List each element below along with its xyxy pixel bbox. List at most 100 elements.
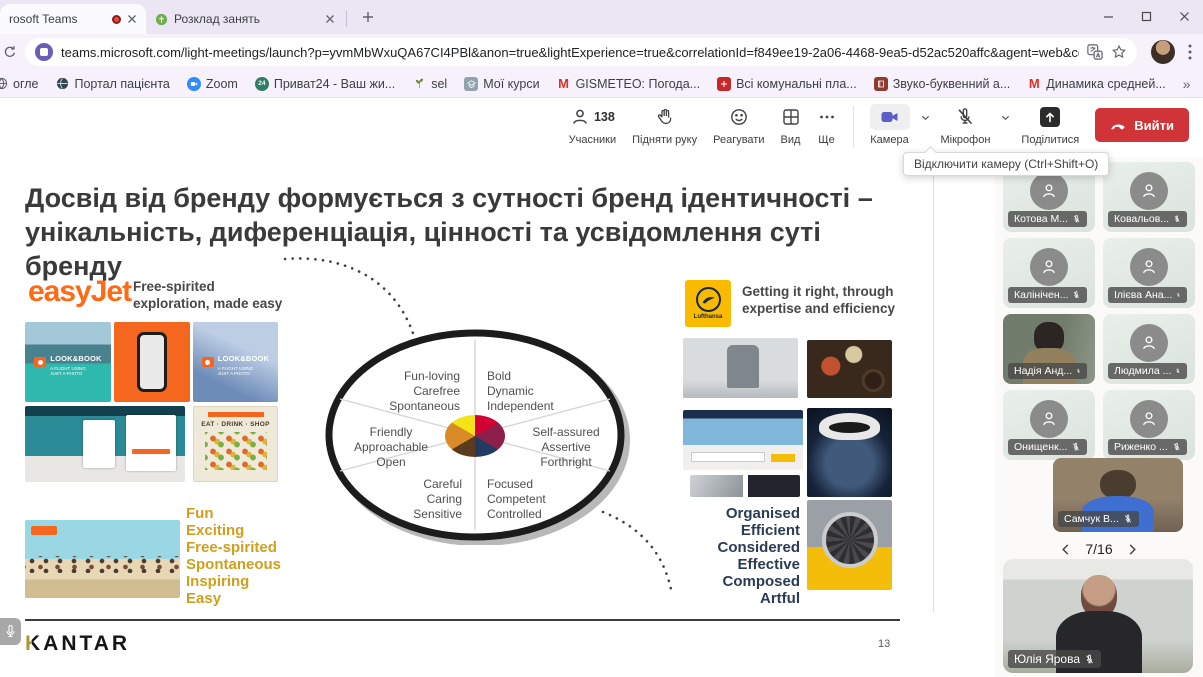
easyjet-photo-website	[25, 406, 185, 482]
window-minimize-button[interactable]	[1089, 0, 1127, 32]
microphone-button[interactable]: Мікрофон	[941, 104, 991, 146]
bookmark-label: Портал пацієнта	[74, 77, 169, 91]
microphone-options-chevron-icon[interactable]	[998, 112, 1013, 123]
bookmarks-overflow-chevron[interactable]: »	[1183, 76, 1191, 92]
lufthansa-photo-website	[683, 410, 803, 470]
trait: Organised	[640, 505, 800, 522]
window-maximize-button[interactable]	[1127, 0, 1165, 32]
participants-button[interactable]: 138 Учасники	[569, 104, 617, 146]
participant-tile[interactable]: Ковальов...	[1103, 162, 1195, 232]
bookmark-item[interactable]: Zoom	[187, 77, 238, 91]
mic-indicator-badge[interactable]	[0, 618, 21, 645]
plant-favicon-icon	[412, 77, 426, 91]
bookmark-item[interactable]: 24 Приват24 - Ваш жи...	[255, 77, 395, 91]
meeting-toolbar: 138 Учасники Підняти руку Реагува	[0, 98, 1203, 157]
view-grid-icon	[781, 107, 801, 127]
leave-button[interactable]: Вийти	[1095, 108, 1189, 142]
window-close-button[interactable]	[1165, 0, 1203, 32]
camera-tooltip: Відключити камеру (Ctrl+Shift+O)	[903, 152, 1109, 176]
avatar-icon	[1130, 248, 1168, 286]
pager-previous-icon[interactable]	[1060, 543, 1071, 556]
pager-next-icon[interactable]	[1127, 543, 1138, 556]
raise-hand-button[interactable]: Підняти руку	[632, 104, 697, 146]
camera-button[interactable]: Камера	[870, 104, 910, 146]
react-button[interactable]: Реагувати	[713, 104, 764, 146]
avatar-icon	[1030, 172, 1068, 210]
participant-name: Ілієва Ана...	[1114, 289, 1172, 301]
participant-tile[interactable]: Калінічен...	[1003, 238, 1095, 308]
toolbar-divider	[853, 106, 854, 148]
bookmark-label: sel	[431, 77, 447, 91]
tab-close-icon[interactable]	[325, 14, 335, 24]
view-button[interactable]: Вид	[781, 104, 801, 146]
shared-presentation-slide: Досвід від бренду формується з сутності …	[0, 157, 945, 677]
trait: Easy	[186, 590, 281, 607]
avatar-icon	[1030, 248, 1068, 286]
translate-icon[interactable]	[1087, 44, 1103, 60]
react-label: Реагувати	[713, 134, 764, 146]
mic-muted-icon	[955, 107, 975, 127]
participants-panel: Котова М... Ковальов... Калінічен... Ілі…	[995, 157, 1203, 677]
trait: Spontaneous	[186, 556, 281, 573]
bookmark-item[interactable]: sel	[412, 77, 447, 91]
participant-tile-video[interactable]: Надія Анд...	[1003, 314, 1095, 384]
browser-menu-icon[interactable]	[1183, 42, 1197, 62]
speaker-tile-video[interactable]: Юлія Ярова	[1003, 559, 1193, 673]
globe-favicon-icon	[55, 77, 69, 91]
new-tab-button[interactable]	[355, 4, 381, 30]
participant-tile[interactable]: Онищенк...	[1003, 390, 1095, 460]
bookmark-item[interactable]: Всі комунальні пла...	[717, 77, 857, 91]
utilities-favicon-icon	[717, 77, 731, 91]
look-book-text: LOOK&BOOK	[50, 354, 101, 363]
easyjet-photo-menu-card: EAT · DRINK · SHOP	[193, 406, 278, 482]
reload-icon[interactable]	[2, 44, 18, 60]
participant-tile[interactable]: Людмила ...	[1103, 314, 1195, 384]
trait: Effective	[640, 556, 800, 573]
menu-items-grid	[205, 432, 267, 470]
globe-favicon-icon	[0, 77, 8, 91]
bookmark-star-icon[interactable]	[1111, 44, 1127, 60]
tab-rozklad-zanyat[interactable]: Розклад занять	[146, 4, 344, 34]
pager-count: 7/16	[1085, 541, 1112, 557]
participant-name: Риженко ...	[1114, 441, 1168, 453]
trait: Composed	[640, 573, 800, 590]
participant-tile[interactable]: Риженко ...	[1103, 390, 1195, 460]
bookmark-label: Zoom	[206, 77, 238, 91]
tab-title: rosoft Teams	[9, 12, 106, 26]
participant-tile[interactable]: Ілієва Ана...	[1103, 238, 1195, 308]
bookmark-item[interactable]: M Динамика средней...	[1027, 77, 1165, 91]
easyjet-logo: easyJet	[28, 275, 131, 309]
participant-tile-video[interactable]: Самчук В...	[1053, 458, 1183, 532]
browser-tab-strip: rosoft Teams Розклад занять	[0, 0, 1203, 34]
raise-hand-label: Підняти руку	[632, 134, 697, 146]
trait: Exciting	[186, 522, 281, 539]
url-text[interactable]: teams.microsoft.com/light-meetings/launc…	[61, 45, 1079, 60]
bookmark-item[interactable]: Звуко-буквенний а...	[874, 77, 1011, 91]
wheel-color-pie	[445, 415, 505, 457]
camera-badge-icon	[34, 357, 46, 367]
bookmark-label: Мої курси	[483, 77, 539, 91]
bookmark-item[interactable]: Мої курси	[464, 77, 539, 91]
more-button[interactable]: Ще	[817, 104, 837, 146]
mic-muted-icon	[1175, 366, 1181, 376]
bookmark-item[interactable]: огле	[0, 77, 38, 91]
leave-label: Вийти	[1134, 118, 1174, 133]
tab-recording-icon	[112, 15, 121, 24]
slide-page-number: 13	[878, 638, 890, 650]
easyjet-photo-lookbook-blue: LOOK&BOOK A FLIGHT USING JUST A PHOTO	[193, 322, 278, 402]
hang-up-icon	[1110, 117, 1127, 134]
look-book-text: LOOK&BOOK	[218, 354, 269, 363]
easyjet-photo-lagoon: LOOK&BOOK A FLIGHT USING JUST A PHOTO	[25, 322, 111, 402]
tab-title: Розклад занять	[174, 12, 319, 26]
slide-scrollbar[interactable]	[933, 160, 934, 612]
bookmark-item[interactable]: Портал пацієнта	[55, 77, 169, 91]
tab-microsoft-teams[interactable]: rosoft Teams	[0, 4, 146, 34]
share-button[interactable]: Поділитися	[1021, 104, 1079, 146]
camera-options-chevron-icon[interactable]	[918, 112, 933, 123]
camera-badge-icon	[202, 357, 214, 367]
address-bar[interactable]: teams.microsoft.com/light-meetings/launc…	[25, 38, 1137, 66]
tab-close-icon[interactable]	[127, 14, 137, 24]
mic-muted-icon	[1173, 214, 1181, 224]
bookmark-item[interactable]: M GISMETEO: Погода...	[557, 77, 701, 91]
profile-avatar[interactable]	[1151, 40, 1175, 64]
